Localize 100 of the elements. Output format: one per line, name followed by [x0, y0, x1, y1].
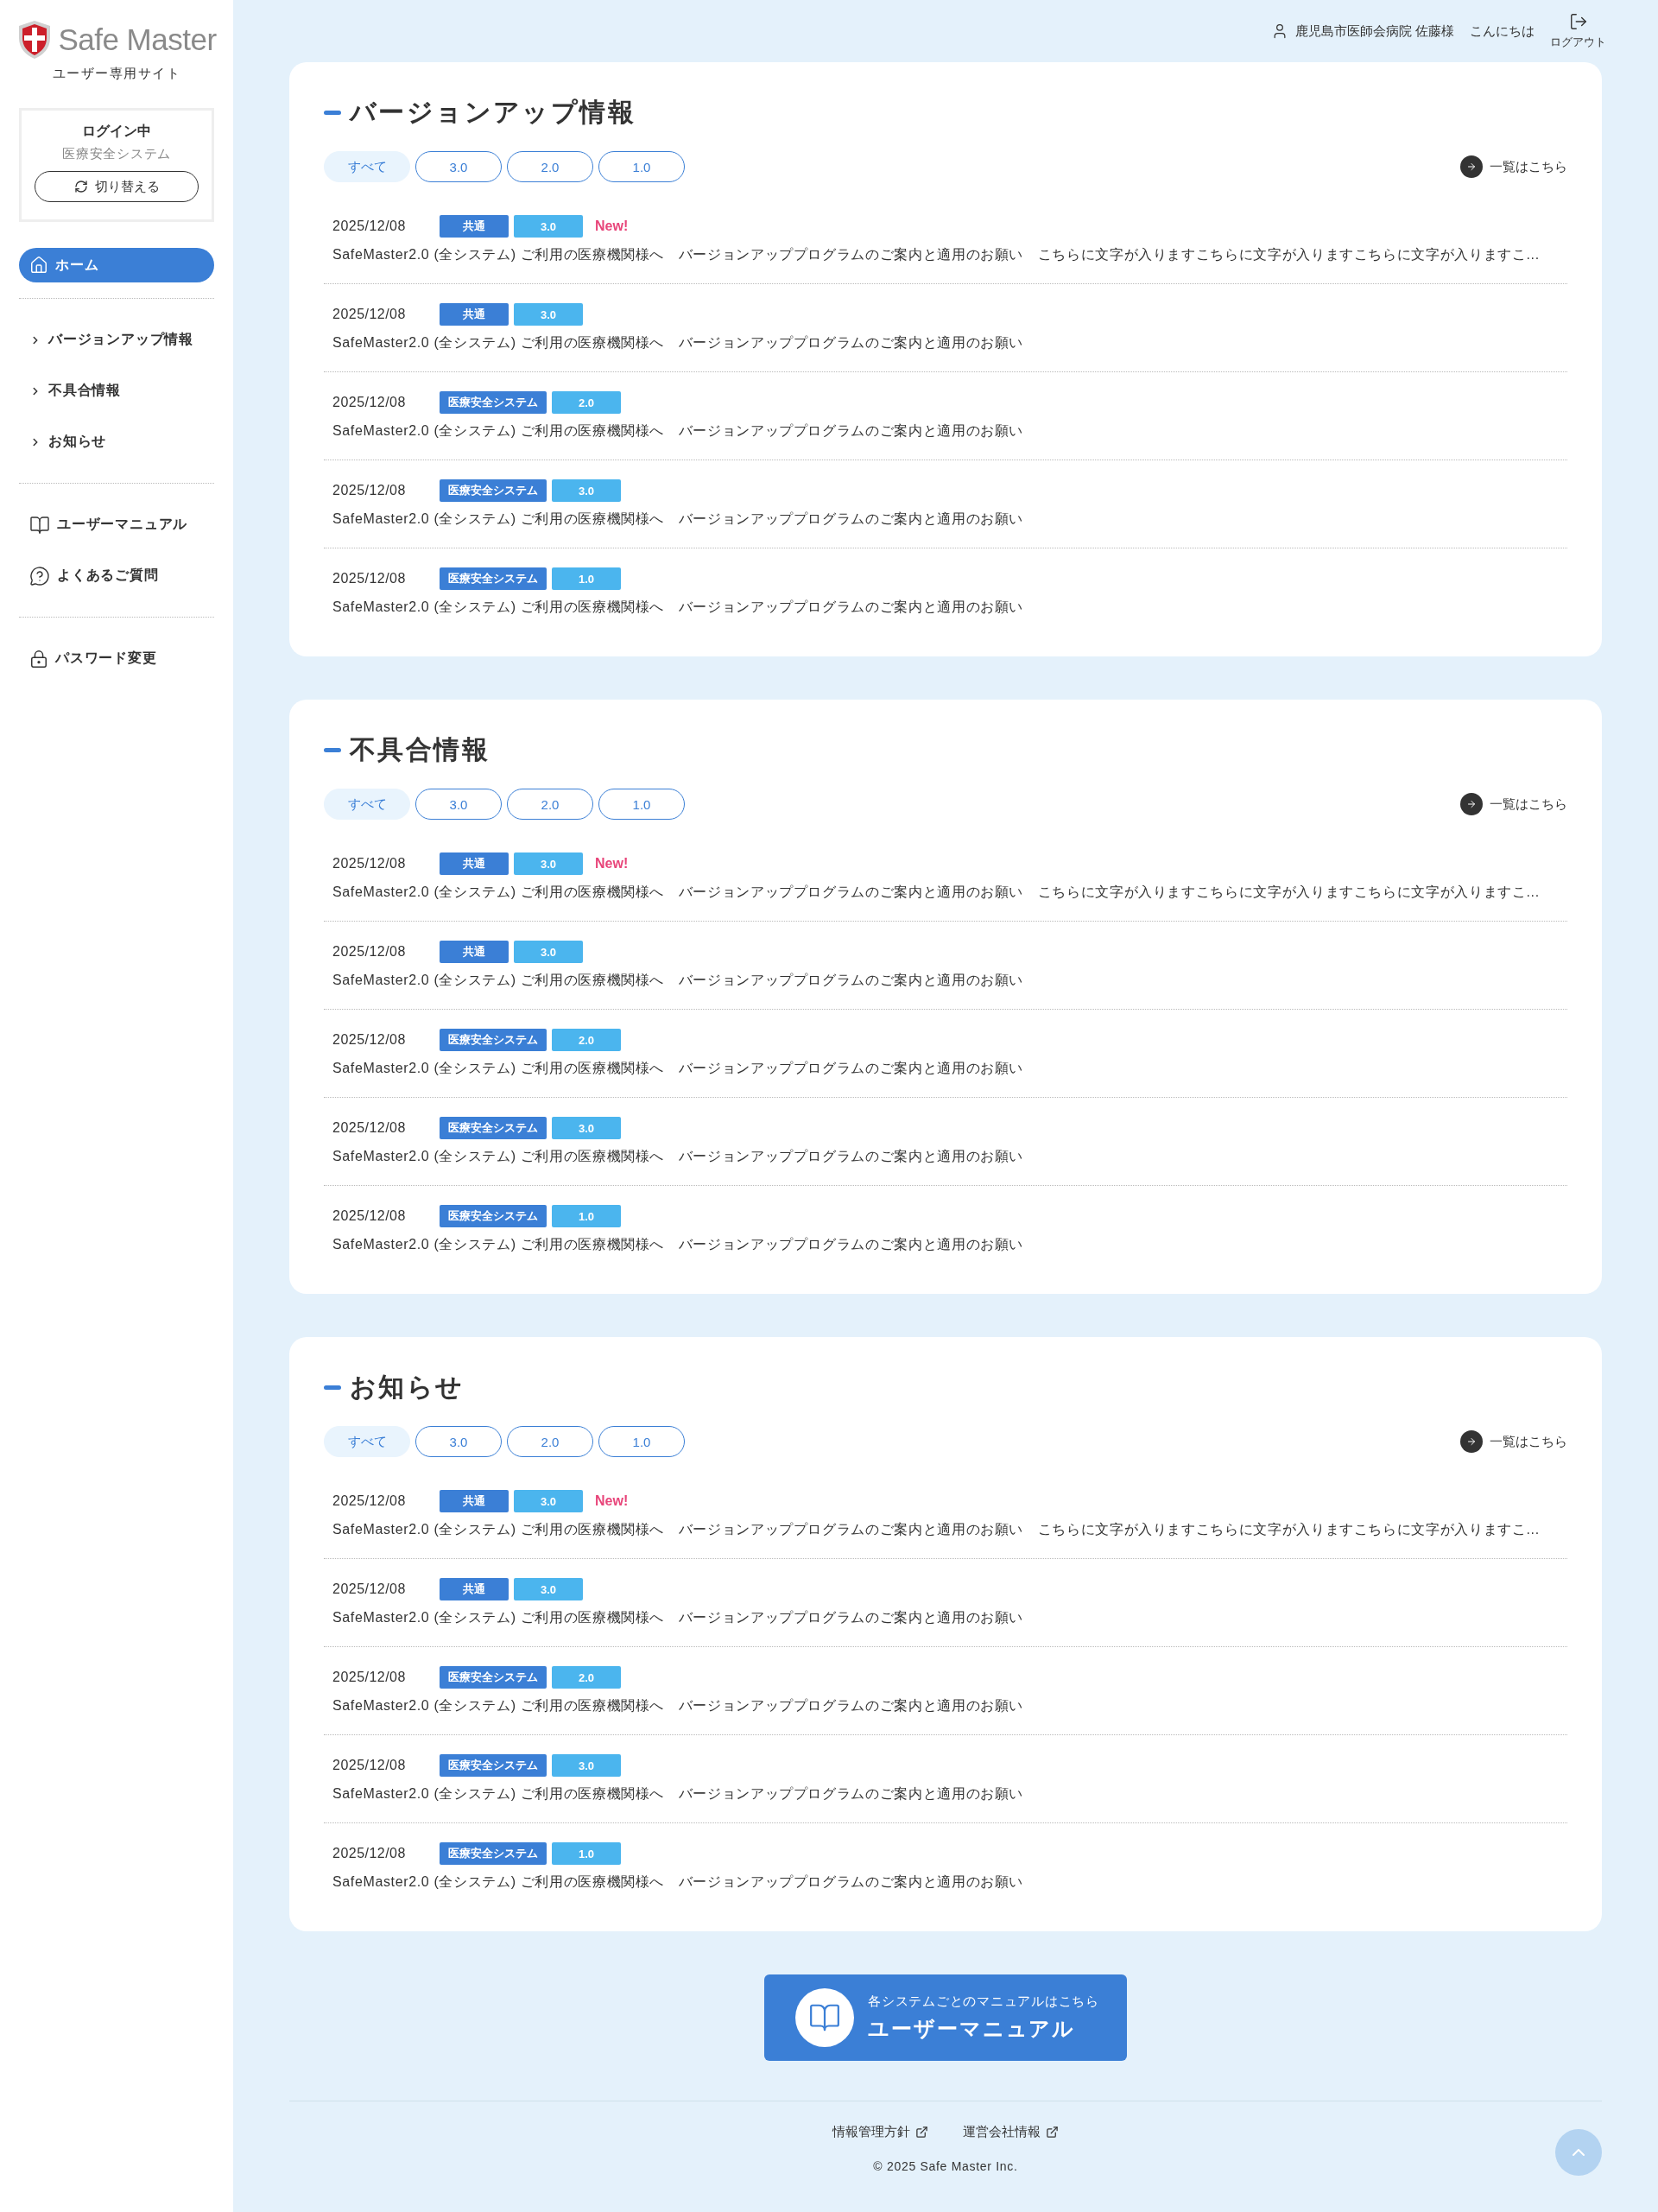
- version-tag: 3.0: [514, 303, 583, 326]
- news-title-link[interactable]: SafeMaster2.0 (全システム) ご利用の医療機関様へ バージョンアッププログラムのご案内と適用のお願い: [332, 422, 1559, 440]
- news-title-link[interactable]: SafeMaster2.0 (全システム) ご利用の医療機関様へ バージョンアッププログラムのご案内と適用のお願い: [332, 1873, 1559, 1892]
- category-tag: 医療安全システム: [440, 1029, 547, 1051]
- home-icon: [29, 256, 48, 275]
- system-name: 医療安全システム: [62, 146, 171, 162]
- nav-item[interactable]: 不具合情報: [19, 365, 214, 416]
- filter-tab[interactable]: 3.0: [415, 151, 502, 182]
- section-title: お知らせ: [350, 1372, 465, 1403]
- news-date: 2025/12/08: [332, 571, 407, 586]
- news-title-link[interactable]: SafeMaster2.0 (全システム) ご利用の医療機関様へ バージョンアッププログラムのご案内と適用のお願い: [332, 334, 1559, 352]
- news-date: 2025/12/08: [332, 856, 407, 871]
- category-tag: 共通: [440, 1490, 509, 1512]
- category-tag: 共通: [440, 215, 509, 238]
- footer-link[interactable]: 運営会社情報: [963, 2124, 1059, 2140]
- category-tag: 医療安全システム: [440, 1205, 547, 1227]
- nav-item[interactable]: ユーザーマニュアル: [19, 499, 214, 550]
- user-name: 鹿児島市医師会病院 佐藤様: [1294, 22, 1454, 40]
- new-label: New!: [595, 219, 629, 234]
- news-date: 2025/12/08: [332, 1032, 407, 1048]
- greeting: こんにちは: [1470, 22, 1535, 40]
- nav-item[interactable]: よくあるご質問: [19, 550, 214, 601]
- news-date: 2025/12/08: [332, 307, 407, 322]
- logout-button[interactable]: ログアウト: [1550, 12, 1606, 50]
- filter-tab[interactable]: 2.0: [507, 151, 593, 182]
- nav-item[interactable]: お知らせ: [19, 416, 214, 467]
- manual-banner-button[interactable]: 各システムごとのマニュアルはこちら ユーザーマニュアル: [764, 1974, 1127, 2061]
- news-date: 2025/12/08: [332, 395, 407, 410]
- view-all-link[interactable]: 一覧はこちら: [1460, 155, 1567, 178]
- version-tag: 1.0: [552, 1842, 621, 1865]
- version-tag: 2.0: [552, 1029, 621, 1051]
- book-icon: [29, 514, 50, 536]
- category-tag: 共通: [440, 941, 509, 963]
- title-dash: [324, 748, 341, 752]
- filter-tab[interactable]: 1.0: [598, 789, 685, 820]
- category-tag: 医療安全システム: [440, 391, 547, 414]
- news-title-link[interactable]: SafeMaster2.0 (全システム) ご利用の医療機関様へ バージョンアッププログラムのご案内と適用のお願い こちらに文字が入りますこちらに文字が入りますこちらに文字が入りますこ...: [332, 884, 1559, 902]
- section-title: 不具合情報: [350, 734, 490, 765]
- news-title-link[interactable]: SafeMaster2.0 (全システム) ご利用の医療機関様へ バージョンアッププログラムのご案内と適用のお願い: [332, 1060, 1559, 1078]
- filter-tab[interactable]: すべて: [324, 789, 410, 820]
- filter-tab[interactable]: 1.0: [598, 151, 685, 182]
- category-tag: 医療安全システム: [440, 1666, 547, 1689]
- news-date: 2025/12/08: [332, 483, 407, 498]
- filter-tab[interactable]: 1.0: [598, 1426, 685, 1457]
- category-tag: 医療安全システム: [440, 1117, 547, 1139]
- news-date: 2025/12/08: [332, 1670, 407, 1685]
- news-title-link[interactable]: SafeMaster2.0 (全システム) ご利用の医療機関様へ バージョンアッププログラムのご案内と適用のお願い: [332, 1697, 1559, 1715]
- filter-tab[interactable]: すべて: [324, 1426, 410, 1457]
- category-tag: 共通: [440, 303, 509, 326]
- news-title-link[interactable]: SafeMaster2.0 (全システム) ご利用の医療機関様へ バージョンアッププログラムのご案内と適用のお願い: [332, 1609, 1559, 1627]
- news-title-link[interactable]: SafeMaster2.0 (全システム) ご利用の医療機関様へ バージョンアッププログラムのご案内と適用のお願い: [332, 1236, 1559, 1254]
- nav-item[interactable]: パスワード変更: [19, 633, 214, 684]
- version-tag: 3.0: [514, 215, 583, 238]
- logo-text: Safe Master: [58, 22, 217, 57]
- filter-tab[interactable]: 2.0: [507, 1426, 593, 1457]
- news-date: 2025/12/08: [332, 1493, 407, 1509]
- site-subtitle: ユーザー専用サイト: [52, 66, 181, 82]
- version-tag: 2.0: [552, 391, 621, 414]
- news-date: 2025/12/08: [332, 1846, 407, 1861]
- version-tag: 1.0: [552, 1205, 621, 1227]
- nav-item[interactable]: バージョンアップ情報: [19, 314, 214, 365]
- view-all-link[interactable]: 一覧はこちら: [1460, 793, 1567, 815]
- view-all-link[interactable]: 一覧はこちら: [1460, 1430, 1567, 1453]
- category-tag: 共通: [440, 1578, 509, 1600]
- filter-tab[interactable]: 2.0: [507, 789, 593, 820]
- filter-tab[interactable]: 3.0: [415, 789, 502, 820]
- copyright: © 2025 Safe Master Inc.: [873, 2159, 1018, 2173]
- external-link-icon: [915, 2126, 928, 2139]
- news-title-link[interactable]: SafeMaster2.0 (全システム) ご利用の医療機関様へ バージョンアッププログラムのご案内と適用のお願い: [332, 510, 1559, 529]
- news-title-link[interactable]: SafeMaster2.0 (全システム) ご利用の医療機関様へ バージョンアッププログラムのご案内と適用のお願い こちらに文字が入りますこちらに文字が入りますこちらに文字が入りますこ...: [332, 246, 1559, 264]
- banner-title: ユーザーマニュアル: [868, 2015, 1077, 2042]
- title-dash: [324, 111, 341, 115]
- new-label: New!: [595, 856, 629, 871]
- category-tag: 共通: [440, 852, 509, 875]
- news-title-link[interactable]: SafeMaster2.0 (全システム) ご利用の医療機関様へ バージョンアッププログラムのご案内と適用のお願い: [332, 1785, 1559, 1803]
- version-tag: 1.0: [552, 567, 621, 590]
- version-tag: 3.0: [514, 941, 583, 963]
- news-date: 2025/12/08: [332, 1758, 407, 1773]
- footer-link[interactable]: 情報管理方針: [832, 2124, 928, 2140]
- news-date: 2025/12/08: [332, 1581, 407, 1597]
- title-dash: [324, 1385, 341, 1390]
- banner-caption: 各システムごとのマニュアルはこちら: [868, 1993, 1099, 2010]
- version-tag: 3.0: [552, 479, 621, 502]
- filter-tab[interactable]: すべて: [324, 151, 410, 182]
- news-title-link[interactable]: SafeMaster2.0 (全システム) ご利用の医療機関様へ バージョンアッププログラムのご案内と適用のお願い: [332, 972, 1559, 990]
- section-title: バージョンアップ情報: [350, 97, 636, 128]
- version-tag: 3.0: [552, 1117, 621, 1139]
- version-tag: 3.0: [514, 852, 583, 875]
- back-to-top-button[interactable]: [1555, 2129, 1602, 2176]
- news-date: 2025/12/08: [332, 1208, 407, 1224]
- nav-item[interactable]: ホーム: [19, 248, 214, 282]
- news-title-link[interactable]: SafeMaster2.0 (全システム) ご利用の医療機関様へ バージョンアッププログラムのご案内と適用のお願い: [332, 599, 1559, 617]
- news-title-link[interactable]: SafeMaster2.0 (全システム) ご利用の医療機関様へ バージョンアッププログラムのご案内と適用のお願い: [332, 1148, 1559, 1166]
- switch-button[interactable]: 切り替える: [35, 171, 199, 202]
- logout-icon: [1568, 12, 1588, 31]
- news-date: 2025/12/08: [332, 219, 407, 234]
- news-title-link[interactable]: SafeMaster2.0 (全システム) ご利用の医療機関様へ バージョンアッププログラムのご案内と適用のお願い こちらに文字が入りますこちらに文字が入りますこちらに文字が入りますこ...: [332, 1521, 1559, 1539]
- filter-tab[interactable]: 3.0: [415, 1426, 502, 1457]
- external-link-icon: [1046, 2126, 1059, 2139]
- news-date: 2025/12/08: [332, 1120, 407, 1136]
